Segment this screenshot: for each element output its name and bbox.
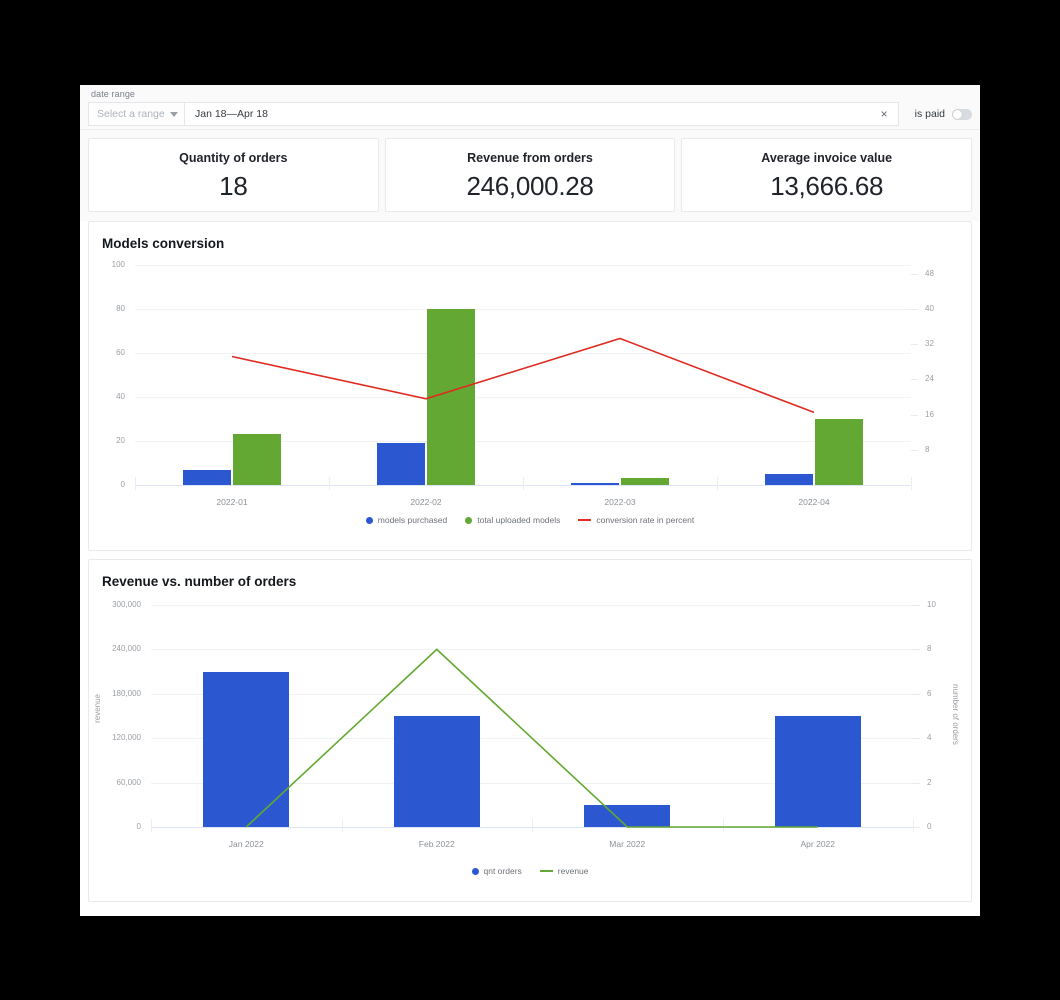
chart-legend: qnt orders revenue [89, 866, 971, 876]
line-series[interactable] [246, 649, 818, 827]
models-conversion-plot: 020406080100816243240482022-012022-02202… [89, 251, 971, 519]
range-preset-placeholder: Select a range [97, 108, 165, 120]
legend-label: revenue [558, 866, 589, 876]
legend-label: qnt orders [484, 866, 522, 876]
kpi-title: Revenue from orders [467, 151, 593, 165]
legend-item[interactable]: qnt orders [472, 866, 522, 876]
legend-label: total uploaded models [477, 515, 560, 525]
kpi-card-revenue-from-orders: Revenue from orders 246,000.28 [385, 138, 676, 212]
kpi-title: Quantity of orders [179, 151, 287, 165]
date-range-input[interactable]: Jan 18—Apr 18 × [184, 102, 899, 126]
legend-item[interactable]: revenue [540, 866, 589, 876]
legend-item[interactable]: models purchased [366, 515, 447, 525]
is-paid-label: is paid [915, 108, 945, 120]
close-icon[interactable]: × [881, 108, 888, 120]
kpi-row: Quantity of orders 18 Revenue from order… [80, 130, 980, 221]
line-series-layer [89, 251, 971, 505]
dashboard-panel: date range Select a range Jan 18—Apr 18 … [80, 85, 980, 916]
chart-title: Models conversion [89, 222, 971, 251]
legend-dot-icon [472, 868, 479, 875]
chart-title: Revenue vs. number of orders [89, 560, 971, 589]
kpi-value: 13,666.68 [770, 171, 883, 202]
kpi-value: 18 [219, 171, 247, 202]
chart-legend: models purchased total uploaded models con… [89, 515, 971, 525]
kpi-title: Average invoice value [761, 151, 892, 165]
legend-dot-icon [366, 517, 373, 524]
line-series[interactable] [232, 338, 814, 412]
chart-card-revenue-vs-orders: Revenue vs. number of orders 060,000120,… [88, 559, 972, 902]
kpi-value: 246,000.28 [466, 171, 593, 202]
legend-label: conversion rate in percent [596, 515, 694, 525]
filter-bar: date range Select a range Jan 18—Apr 18 … [80, 85, 980, 130]
date-range-label: date range [88, 89, 972, 99]
range-preset-select[interactable]: Select a range [88, 102, 184, 126]
legend-dot-icon [465, 517, 472, 524]
is-paid-toggle[interactable] [952, 109, 972, 120]
line-series-layer [89, 589, 971, 847]
legend-line-icon [578, 519, 591, 521]
is-paid-group: is paid [915, 108, 972, 120]
chevron-down-icon [170, 112, 178, 117]
date-range-value: Jan 18—Apr 18 [195, 108, 268, 120]
legend-label: models purchased [378, 515, 447, 525]
filter-row: Select a range Jan 18—Apr 18 × is paid [88, 102, 972, 126]
kpi-card-quantity-of-orders: Quantity of orders 18 [88, 138, 379, 212]
kpi-card-average-invoice-value: Average invoice value 13,666.68 [681, 138, 972, 212]
legend-line-icon [540, 870, 553, 872]
chart-card-models-conversion: Models conversion 0204060801008162432404… [88, 221, 972, 551]
revenue-vs-orders-plot: 060,000120,000180,000240,000300,00002468… [89, 589, 971, 861]
legend-item[interactable]: total uploaded models [465, 515, 560, 525]
legend-item[interactable]: conversion rate in percent [578, 515, 694, 525]
